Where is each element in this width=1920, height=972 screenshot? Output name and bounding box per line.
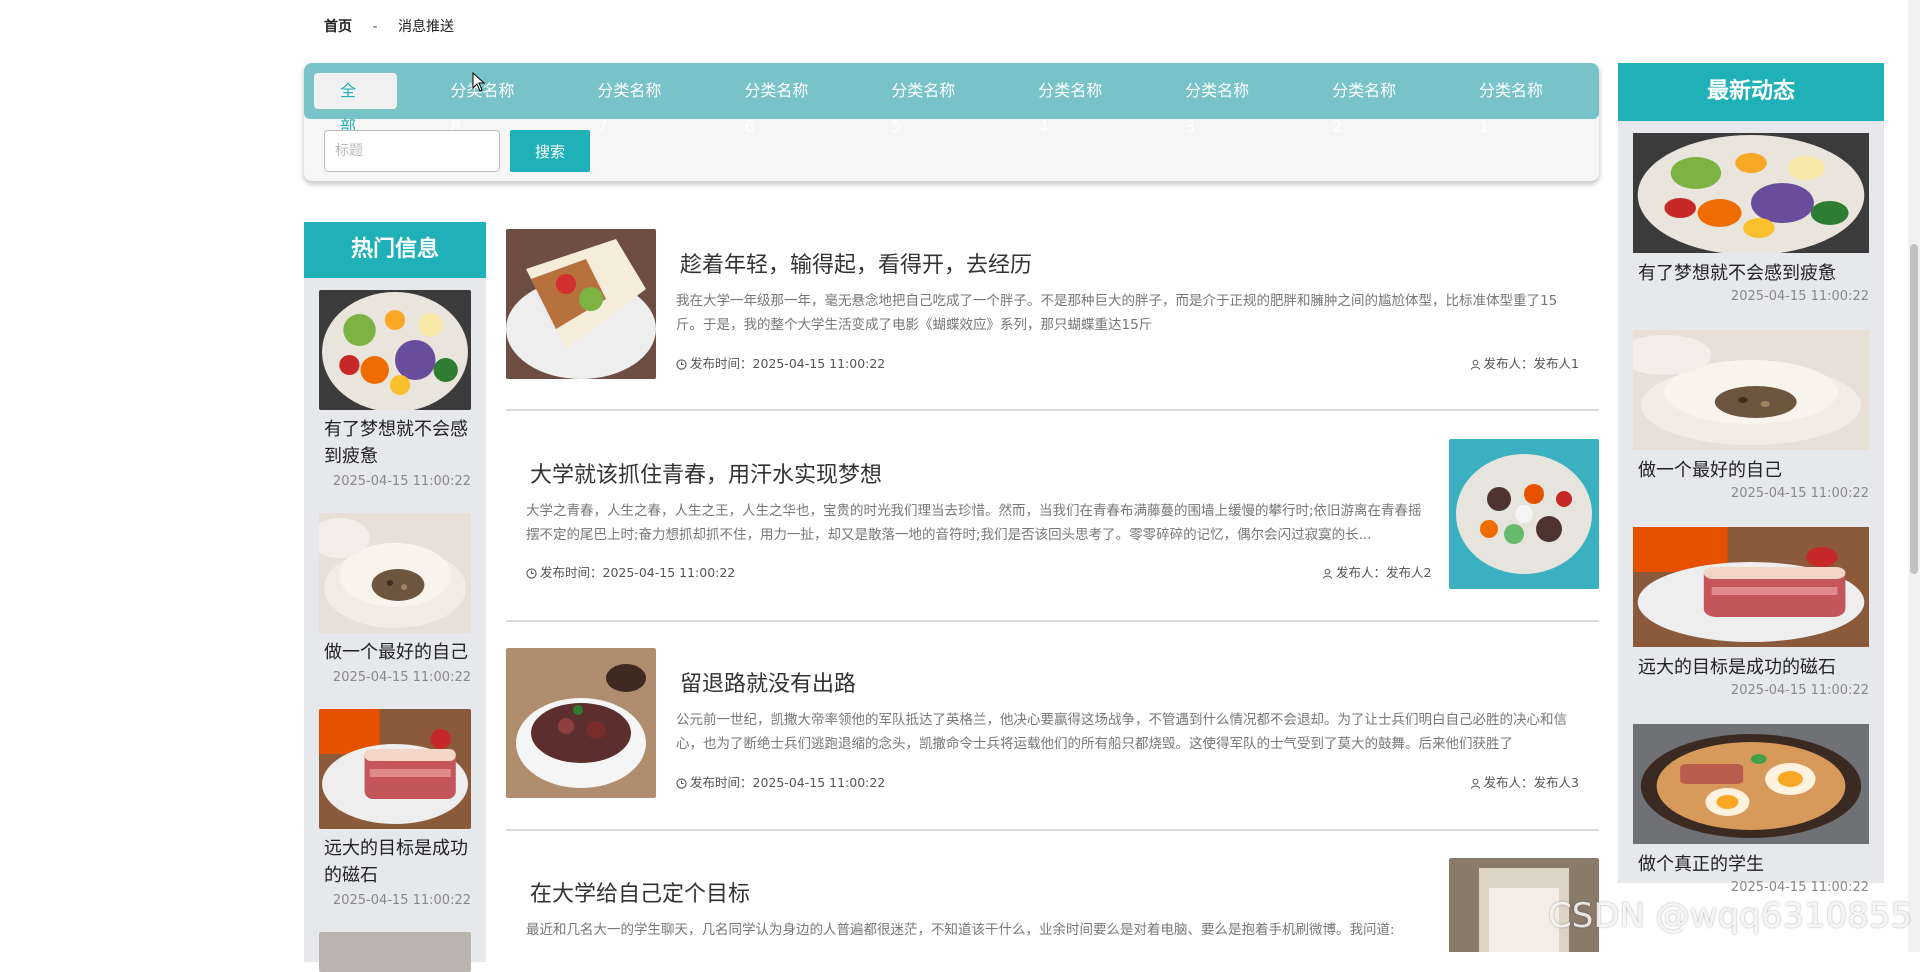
category-panel: 全部 分类名称8 分类名称7 分类名称6 分类名称5 分类名称4 分类名称3 分… xyxy=(304,63,1599,181)
tab-category-6[interactable]: 分类名称6 xyxy=(717,73,844,136)
article-author-text: 发布人：发布人3 xyxy=(1483,775,1579,790)
hot-item-time: 2025-04-15 11:00:22 xyxy=(332,893,471,908)
tab-all[interactable]: 全部 xyxy=(314,73,398,136)
clock-icon xyxy=(676,778,687,789)
hot-item[interactable]: 远大的目标是成功的磁石 2025-04-15 11:00:22 xyxy=(304,697,486,908)
article-author: 发布人：发布人3 xyxy=(1470,772,1579,791)
news-item[interactable]: 做个真正的学生 2025-04-15 11:00:22 xyxy=(1618,712,1884,895)
article-time-text: 发布时间：2025-04-15 11:00:22 xyxy=(690,356,886,371)
hot-item-title[interactable]: 有了梦想就不会感到疲惫 xyxy=(324,416,471,470)
article-item[interactable]: 趁着年轻，输得起，看得开，去经历 我在大学一年级那一年，毫无悬念地把自己吃成了一… xyxy=(506,229,1599,411)
article-author-text: 发布人：发布人1 xyxy=(1483,356,1579,371)
tab-category-5[interactable]: 分类名称5 xyxy=(864,73,991,136)
article-time: 发布时间：2025-04-15 11:00:22 xyxy=(676,772,885,791)
article-desc: 大学之青春，人生之春，人生之王，人生之华也，宝贵的时光我们理当去珍惜。然而，当我… xyxy=(526,503,1422,543)
salad-image[interactable] xyxy=(319,290,471,410)
hot-item[interactable]: 有了梦想就不会感到疲惫 2025-04-15 11:00:22 xyxy=(304,278,486,489)
article-title[interactable]: 趁着年轻，输得起，看得开，去经历 xyxy=(680,247,1032,279)
hot-item[interactable] xyxy=(304,920,486,972)
news-item-time: 2025-04-15 11:00:22 xyxy=(1730,880,1869,895)
article-title[interactable]: 在大学给自己定个目标 xyxy=(530,876,750,908)
hot-item-image-partial[interactable] xyxy=(319,932,471,972)
article-time-text: 发布时间：2025-04-15 11:00:22 xyxy=(540,565,736,580)
article-desc: 公元前一世纪，凯撒大帝率领他的军队抵达了英格兰，他决心要赢得这场战争，不管遇到什… xyxy=(676,712,1567,752)
latest-news-title: 最新动态 xyxy=(1618,63,1884,121)
salad-image[interactable] xyxy=(1633,133,1869,253)
user-icon xyxy=(1470,359,1480,370)
article-thumbnail[interactable] xyxy=(506,648,656,798)
search-row: 搜索 xyxy=(304,119,1599,172)
clock-icon xyxy=(676,359,687,370)
article-title[interactable]: 大学就该抓住青春，用汗水实现梦想 xyxy=(530,457,882,489)
hot-item-title[interactable]: 做一个最好的自己 xyxy=(324,639,471,666)
page-scrollbar[interactable] xyxy=(1908,0,1920,952)
hot-item[interactable]: 做一个最好的自己 2025-04-15 11:00:22 xyxy=(304,501,486,685)
user-icon xyxy=(1470,778,1480,789)
pork-image[interactable] xyxy=(1633,527,1869,647)
title-search-input[interactable] xyxy=(324,130,500,172)
clock-icon xyxy=(526,568,537,579)
tab-category-1[interactable]: 分类名称1 xyxy=(1452,73,1579,136)
article-time: 发布时间：2025-04-15 11:00:22 xyxy=(676,353,885,372)
article-author: 发布人：发布人1 xyxy=(1470,353,1579,372)
news-item-time: 2025-04-15 11:00:22 xyxy=(1730,289,1869,304)
dumpling-image[interactable] xyxy=(319,513,471,633)
tab-category-4[interactable]: 分类名称4 xyxy=(1011,73,1138,136)
news-item-time: 2025-04-15 11:00:22 xyxy=(1730,683,1869,698)
news-item-title[interactable]: 有了梦想就不会感到疲惫 xyxy=(1638,259,1869,285)
article-title[interactable]: 留退路就没有出路 xyxy=(680,666,856,698)
news-item-title[interactable]: 做一个最好的自己 xyxy=(1638,456,1869,482)
article-time-text: 发布时间：2025-04-15 11:00:22 xyxy=(690,775,886,790)
tab-category-2[interactable]: 分类名称2 xyxy=(1305,73,1432,136)
breadcrumb-home-link[interactable]: 首页 xyxy=(324,19,352,35)
category-tab-bar: 全部 分类名称8 分类名称7 分类名称6 分类名称5 分类名称4 分类名称3 分… xyxy=(304,63,1599,136)
news-item[interactable]: 远大的目标是成功的磁石 2025-04-15 11:00:22 xyxy=(1618,515,1884,698)
latest-news-sidebar: 最新动态 有了梦想就不会感到疲惫 2025-04-15 11:00:22 做一个… xyxy=(1618,63,1884,895)
mouse-cursor-icon xyxy=(472,72,486,92)
article-desc: 最近和几名大一的学生聊天，几名同学认为身边的人普遍都很迷茫，不知道该干什么，业余… xyxy=(526,922,1395,938)
article-item[interactable]: 在大学给自己定个目标 最近和几名大一的学生聊天，几名同学认为身边的人普遍都很迷茫… xyxy=(506,858,1599,952)
hot-item-title[interactable]: 远大的目标是成功的磁石 xyxy=(324,835,471,889)
user-icon xyxy=(1322,568,1333,579)
watermark: CSDN @wqq6310855 xyxy=(1548,896,1913,936)
article-item[interactable]: 留退路就没有出路 公元前一世纪，凯撒大帝率领他的军队抵达了英格兰，他决心要赢得这… xyxy=(506,648,1599,831)
breadcrumb-separator: - xyxy=(372,19,378,35)
article-desc: 我在大学一年级那一年，毫无悬念地把自己吃成了一个胖子。不是那种巨大的胖子，而是介… xyxy=(676,293,1558,333)
article-item[interactable]: 大学就该抓住青春，用汗水实现梦想 大学之青春，人生之春，人生之王，人生之华也，宝… xyxy=(506,439,1599,622)
hot-item-time: 2025-04-15 11:00:22 xyxy=(332,474,471,489)
article-thumbnail[interactable] xyxy=(1449,439,1599,589)
breadcrumb: 首页 - 消息推送 xyxy=(324,16,454,36)
noodle-image[interactable] xyxy=(1633,724,1869,844)
tab-category-8[interactable]: 分类名称8 xyxy=(423,73,550,136)
search-button[interactable]: 搜索 xyxy=(510,130,590,172)
article-thumbnail[interactable] xyxy=(506,229,656,379)
tab-category-7[interactable]: 分类名称7 xyxy=(570,73,697,136)
article-author: 发布人：发布人2 xyxy=(1322,562,1431,581)
news-item[interactable]: 有了梦想就不会感到疲惫 2025-04-15 11:00:22 xyxy=(1618,121,1884,304)
breadcrumb-current: 消息推送 xyxy=(397,19,454,35)
article-author-text: 发布人：发布人2 xyxy=(1336,565,1432,580)
pork-image[interactable] xyxy=(319,709,471,829)
hot-info-title: 热门信息 xyxy=(304,222,486,278)
news-item[interactable]: 做一个最好的自己 2025-04-15 11:00:22 xyxy=(1618,318,1884,501)
scrollbar-thumb[interactable] xyxy=(1910,244,1918,574)
hot-info-sidebar: 热门信息 有了梦想就不会感到疲惫 2025-04-15 11:00:22 做一个… xyxy=(304,222,486,972)
news-item-time: 2025-04-15 11:00:22 xyxy=(1730,486,1869,501)
article-time: 发布时间：2025-04-15 11:00:22 xyxy=(526,562,735,581)
tab-category-3[interactable]: 分类名称3 xyxy=(1158,73,1285,136)
dumpling-image[interactable] xyxy=(1633,330,1869,450)
news-item-title[interactable]: 做个真正的学生 xyxy=(1638,850,1869,876)
news-item-title[interactable]: 远大的目标是成功的磁石 xyxy=(1638,653,1869,679)
hot-item-time: 2025-04-15 11:00:22 xyxy=(332,670,471,685)
